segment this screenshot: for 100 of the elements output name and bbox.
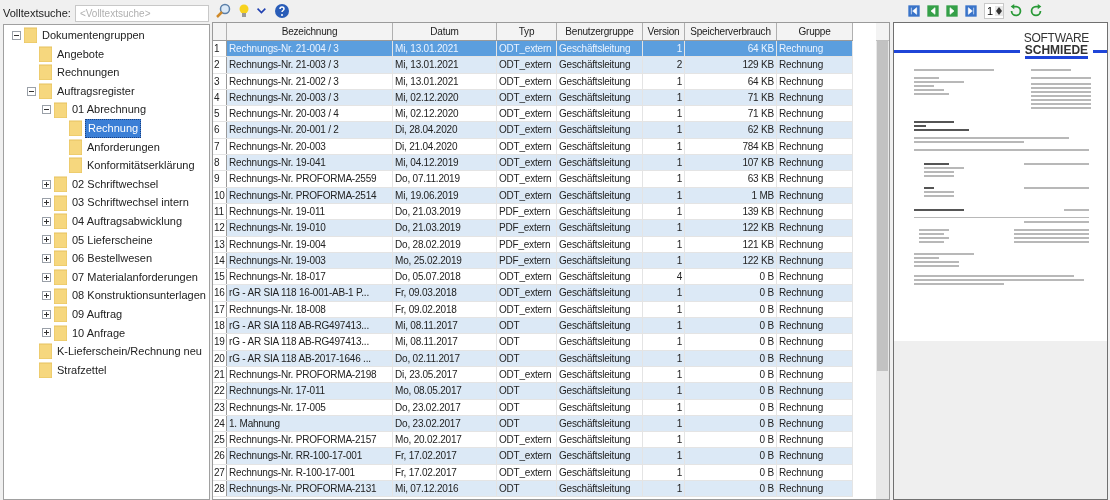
row-number: 19 xyxy=(213,334,227,350)
table-cell: 0 B xyxy=(685,334,777,350)
table-cell: 1 xyxy=(643,383,685,399)
table-cell: ODT_extern xyxy=(497,106,557,122)
table-cell: Rechnung xyxy=(777,432,853,448)
tree-item[interactable]: Auftragsregister xyxy=(55,82,137,100)
table-cell: ODT_extern xyxy=(497,187,557,203)
table-cell: Geschäftsleitung xyxy=(557,366,643,383)
table-row[interactable]: 6 Rechnungs-Nr. 20-001 / 2 Di, 28.04.2020 ODT_extern Geschäftsleitung 1 62 KB Rechnung xyxy=(213,122,853,139)
table-row[interactable]: 1 Rechnungs-Nr. 21-004 / 3 Mi, 13.01.2021 ODT_extern Geschäftsleitung 1 64 KB Rechnung xyxy=(213,41,853,58)
tree-item[interactable]: 10 Anfrage xyxy=(70,324,128,342)
first-page-icon[interactable] xyxy=(908,4,920,18)
table-cell: Mi, 19.06.2019 xyxy=(393,187,497,203)
table-cell: Geschäftsleitung xyxy=(557,106,643,122)
tree-item[interactable]: K-Lieferschein/Rechnung neu xyxy=(55,343,204,360)
table-cell: Rechnung xyxy=(777,448,853,464)
tree-item[interactable]: Konformitätserklärung xyxy=(85,157,197,174)
table-cell: ODT xyxy=(497,415,557,432)
expand-toggle-icon[interactable] xyxy=(42,253,51,263)
tree-item[interactable]: 08 Konstruktionsunterlagen xyxy=(70,287,208,304)
table-row[interactable]: 5 Rechnungs-Nr. 20-003 / 4 Mi, 02.12.2020 ODT_extern Geschäftsleitung 1 71 KB Rechnung xyxy=(213,106,853,123)
table-cell: ODT_extern xyxy=(497,171,557,187)
tree-item[interactable]: Anforderungen xyxy=(85,138,162,156)
previous-page-icon[interactable] xyxy=(927,4,939,18)
table-cell: Rechnung xyxy=(777,41,853,57)
expand-toggle-icon[interactable] xyxy=(42,235,51,245)
help-icon[interactable] xyxy=(273,2,291,20)
tree-item[interactable]: 01 Abrechnung xyxy=(70,101,148,118)
table-cell: Rechnungs-Nr. R-100-17-001 xyxy=(227,464,393,480)
tree-item[interactable]: 09 Auftrag xyxy=(70,305,125,323)
table-row[interactable]: 19 rG - AR SIA 118 AB-RG497413... Mi, 08.11.2017 ODT Geschäftsleitung 1 0 B Rechnung xyxy=(213,334,853,351)
expand-toggle-icon[interactable] xyxy=(42,272,51,282)
table-cell: Fr, 09.02.2018 xyxy=(393,301,497,318)
table-cell: 0 B xyxy=(685,285,777,301)
logo-text: SOFTWARE xyxy=(1023,32,1089,44)
column-header[interactable]: Bezeichnung xyxy=(227,23,393,40)
column-header[interactable]: Version xyxy=(643,23,685,40)
table-row[interactable]: 26 Rechnungs-Nr. RR-100-17-001 Fr, 17.02.2017 ODT_extern Geschäftsleitung 1 0 B Rechnung xyxy=(213,448,853,465)
search-field[interactable]: <Volltextsuche> xyxy=(74,4,209,22)
column-header[interactable]: Datum xyxy=(393,23,497,40)
next-page-icon[interactable] xyxy=(946,4,958,18)
table-cell: Geschäftsleitung xyxy=(557,415,643,432)
expand-toggle-icon[interactable] xyxy=(42,179,51,189)
tree-item[interactable]: Strafzettel xyxy=(55,361,109,379)
table-cell: 0 B xyxy=(685,415,777,432)
tree-item[interactable]: 05 Lieferscheine xyxy=(70,231,155,249)
table-row[interactable]: 2 Rechnungs-Nr. 21-003 / 3 Mi, 13.01.2021 ODT_extern Geschäftsleitung 2 129 KB Rechnung xyxy=(213,57,853,74)
folder-icon xyxy=(69,138,82,155)
tree-item[interactable]: 02 Schriftwechsel xyxy=(70,175,161,193)
column-header[interactable]: Gruppe xyxy=(777,23,853,40)
table-cell: Rechnung xyxy=(777,122,853,138)
table-cell: Mo, 08.05.2017 xyxy=(393,383,497,399)
tree-item[interactable]: Rechnung xyxy=(85,119,142,138)
tree-item[interactable]: Rechnungen xyxy=(55,64,122,81)
table-row[interactable]: 9 Rechnungs-Nr. PROFORMA-2559 Do, 07.11.2019 ODT_extern Geschäftsleitung 1 63 KB Rechnung xyxy=(213,171,853,188)
expand-toggle-icon[interactable] xyxy=(42,328,51,338)
table-cell: rG - AR SIA 118 16-001-AB-1 P... xyxy=(227,285,393,301)
table-cell: Rechnungs-Nr. 17-011 xyxy=(227,383,393,399)
table-cell: Rechnungs-Nr. 18-017 xyxy=(227,269,393,285)
collapse-toggle-icon[interactable] xyxy=(42,105,51,115)
tree-item[interactable]: 06 Bestellwesen xyxy=(70,250,155,267)
table-cell: Mi, 07.12.2016 xyxy=(393,481,497,497)
expand-toggle-icon[interactable] xyxy=(42,309,51,319)
table-row[interactable]: 25 Rechnungs-Nr. PROFORMA-2157 Mo, 20.02.2017 ODT_extern Geschäftsleitung 1 0 B Rechnung xyxy=(213,432,853,449)
table-row[interactable]: 16 rG - AR SIA 118 16-001-AB-1 P... Fr, 09.03.2018 ODT_extern Geschäftsleitung 1 0 B Rechnung xyxy=(213,285,853,302)
page-spinner[interactable]: 1 xyxy=(984,3,1004,19)
table-cell: Rechnungs-Nr. 21-004 / 3 xyxy=(227,41,393,57)
table-row[interactable]: 28 Rechnungs-Nr. PROFORMA-2131 Mi, 07.12.2016 ODT Geschäftsleitung 1 0 B Rechnung xyxy=(213,481,853,498)
table-cell: ODT_extern xyxy=(497,301,557,318)
folder-icon xyxy=(54,194,67,211)
tree-item[interactable]: Angebote xyxy=(55,45,107,63)
folder-icon xyxy=(39,45,52,62)
expand-toggle-icon[interactable] xyxy=(42,216,51,226)
table-cell: 0 B xyxy=(685,432,777,448)
collapse-toggle-icon[interactable] xyxy=(12,30,21,40)
table-row[interactable]: 15 Rechnungs-Nr. 18-017 Do, 05.07.2018 ODT_extern Geschäftsleitung 4 0 B Rechnung xyxy=(213,269,853,286)
table-cell: Rechnung xyxy=(777,464,853,480)
table-row[interactable]: 8 Rechnungs-Nr. 19-041 Mi, 04.12.2019 ODT_extern Geschäftsleitung 1 107 KB Rechnung xyxy=(213,155,853,172)
scrollbar[interactable] xyxy=(876,23,889,499)
expand-toggle-icon[interactable] xyxy=(42,198,51,208)
table-cell: ODT_extern xyxy=(497,155,557,171)
table-row[interactable]: 18 rG - AR SIA 118 AB-RG497413... Mi, 08.11.2017 ODT Geschäftsleitung 1 0 B Rechnung xyxy=(213,318,853,335)
table-row[interactable]: 22 Rechnungs-Nr. 17-011 Mo, 08.05.2017 ODT Geschäftsleitung 1 0 B Rechnung xyxy=(213,383,853,400)
tree-item[interactable]: 07 Materialanforderungen xyxy=(70,268,200,286)
collapse-toggle-icon[interactable] xyxy=(27,86,36,96)
tree-item[interactable]: 04 Auftragsabwicklung xyxy=(70,213,185,230)
table-cell: 62 KB xyxy=(685,122,777,138)
table-cell: 0 B xyxy=(685,318,777,334)
expand-toggle-icon[interactable] xyxy=(42,291,51,301)
row-number: 8 xyxy=(213,155,227,171)
row-number: 25 xyxy=(213,432,227,448)
column-header[interactable]: Speicherverbrauch xyxy=(685,23,777,40)
tree-item[interactable]: 03 Schriftwechsel intern xyxy=(70,194,191,211)
table-cell: Do, 23.02.2017 xyxy=(393,415,497,432)
last-page-icon[interactable] xyxy=(965,4,977,18)
search-icon[interactable] xyxy=(214,2,232,20)
tree-item[interactable]: Dokumentengruppen xyxy=(40,27,147,44)
table-row[interactable]: 12 Rechnungs-Nr. 19-010 Do, 21.03.2019 PDF_extern Geschäftsleitung 1 122 KB Rechnung xyxy=(213,220,853,237)
column-header[interactable]: Benutzergruppe xyxy=(557,23,643,40)
column-header[interactable]: Typ xyxy=(497,23,557,40)
